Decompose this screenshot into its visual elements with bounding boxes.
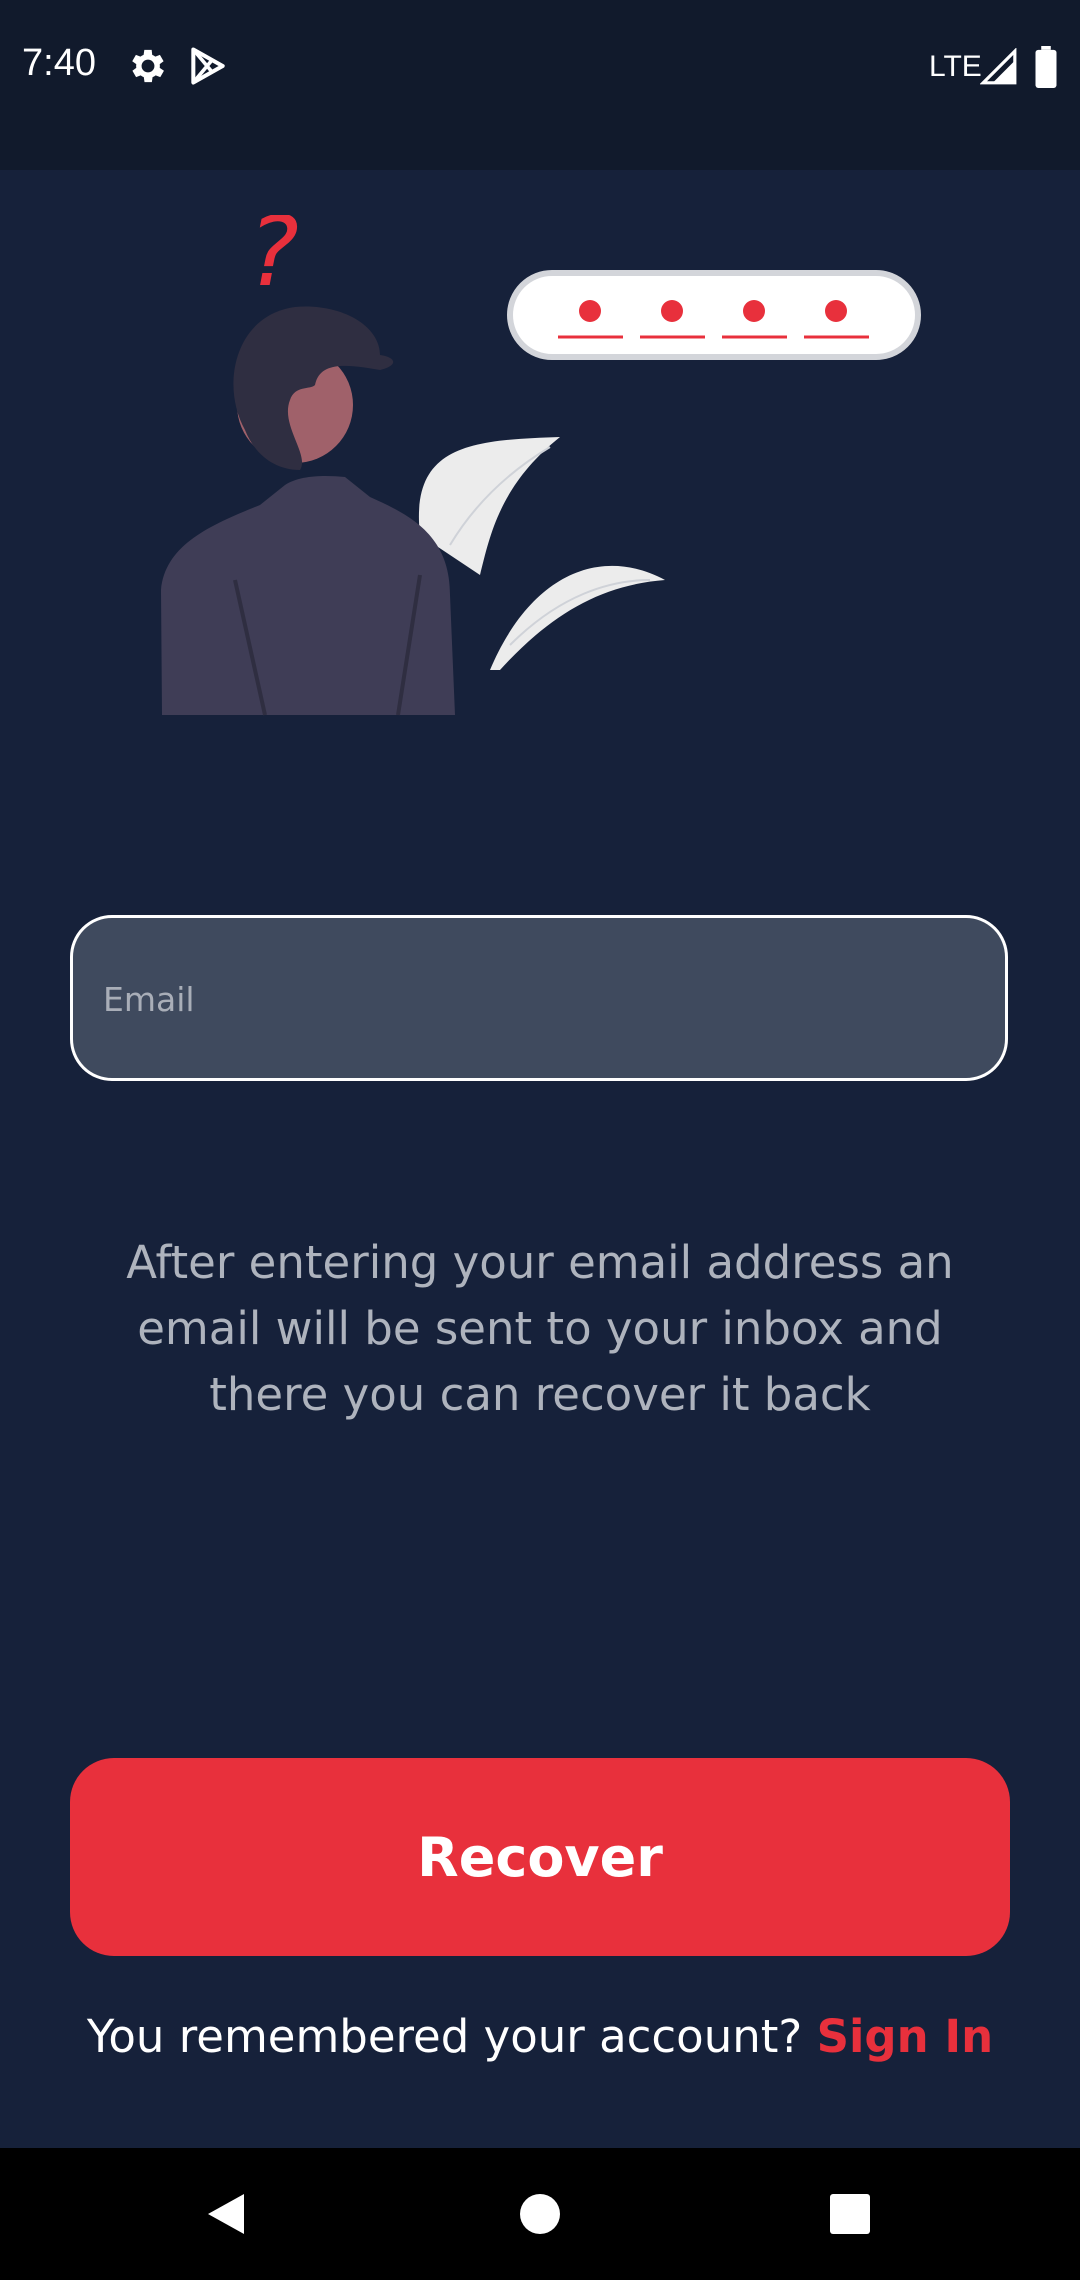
recents-icon[interactable]: [814, 2178, 886, 2250]
network-type: LTE: [929, 50, 982, 83]
signal-icon: [979, 47, 1018, 86]
home-icon[interactable]: [504, 2178, 576, 2250]
forgot-password-screen: 7:40 LTE ? Email After entering your ema…: [0, 0, 1080, 2280]
gear-icon: [126, 44, 170, 88]
email-field[interactable]: [70, 915, 1008, 1081]
email-input[interactable]: [101, 918, 975, 1080]
password-bubble: [507, 270, 921, 360]
back-icon[interactable]: [190, 2178, 262, 2250]
forgot-password-illustration: ?: [161, 215, 921, 716]
play-store-icon: [186, 44, 230, 88]
recover-button[interactable]: Recover: [70, 1758, 1010, 1956]
battery-icon: [1034, 46, 1058, 88]
leaves: [418, 437, 665, 670]
signin-link[interactable]: Sign In: [817, 2010, 994, 2063]
recovery-description: After entering your email address an ema…: [126, 1236, 954, 1421]
status-time: 7:40: [22, 42, 96, 84]
signin-prompt-row: You remembered your account? Sign In: [0, 2010, 1080, 2063]
question-mark-icon: ?: [248, 215, 299, 308]
person-figure: [161, 306, 455, 716]
signin-prompt-text: You remembered your account?: [86, 2010, 803, 2063]
system-navigation-bar: [0, 2148, 1080, 2280]
status-bar: 7:40 LTE: [0, 0, 1080, 170]
